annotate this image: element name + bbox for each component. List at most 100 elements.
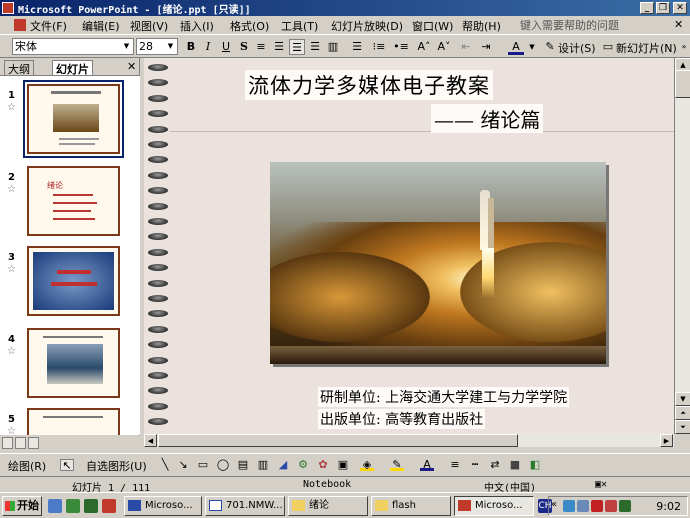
slide-thumbnail-4[interactable] [27,328,120,398]
new-slide-button[interactable]: 新幻灯片(N) [616,40,677,56]
menu-insert[interactable]: 插入(I) [180,18,214,34]
3d-style-icon[interactable]: ◧ [528,459,542,471]
menu-edit[interactable]: 编辑(E) [82,18,120,34]
design-icon[interactable]: ✎ [542,39,558,55]
bullets-icon[interactable]: •≡ [393,39,409,55]
menu-view[interactable]: 视图(V) [130,18,168,34]
scroll-right-arrow-icon[interactable]: ▶ [660,434,673,447]
textbox-tool-icon[interactable]: ▤ [236,459,250,471]
document-icon[interactable] [14,19,26,31]
tray-volume-icon[interactable] [577,500,589,512]
arrow-style-icon[interactable]: ⇄ [488,459,502,471]
design-button[interactable]: 设计(S) [558,40,596,56]
line-color-icon[interactable]: ✎ [390,459,404,471]
fill-color-icon[interactable]: ◈ [360,459,374,471]
slide-thumbnail-5[interactable] [27,408,120,435]
tray-antivirus-icon[interactable] [591,500,603,512]
help-question-box[interactable]: 键入需要帮助的问题 [520,17,619,33]
horizontal-scrollbar[interactable]: ◀ ▶ [144,434,674,447]
bold-button[interactable]: B [183,39,199,55]
insert-picture-icon[interactable]: ▣ [336,459,350,471]
decrease-font-icon[interactable]: A˅ [436,39,452,55]
tab-outline[interactable]: 大纲 [4,60,34,76]
align-right-icon[interactable]: ☰ [307,39,323,55]
chevron-down-icon[interactable]: ▼ [524,39,540,55]
tray-expand-icon[interactable]: « [551,499,557,510]
shadow-button[interactable]: S [236,39,252,55]
autoshapes-menu-button[interactable]: 自选图形(U) [86,458,147,474]
quicklaunch-media-icon[interactable] [84,499,98,513]
italic-button[interactable]: I [200,39,216,55]
slideshow-view-button[interactable] [28,437,39,449]
font-color-draw-icon[interactable]: A [420,459,434,471]
font-name-combo[interactable]: 宋体 ▼ [12,38,134,55]
toolbar-options-icon[interactable]: » [676,39,690,55]
slide-thumbnail-2[interactable]: 绪论 [27,166,120,236]
rocket-launch-image[interactable] [270,162,606,364]
menu-slideshow[interactable]: 幻灯片放映(D) [331,18,403,34]
close-document-button[interactable]: ✕ [674,18,683,31]
previous-slide-icon[interactable]: ⏶ [675,406,690,420]
justify-icon[interactable]: ☰ [349,39,365,55]
align-left-icon[interactable]: ☰ [271,39,287,55]
draw-menu-button[interactable]: 绘图(R) [8,458,46,474]
normal-view-button[interactable] [2,437,13,449]
hscroll-thumb[interactable] [158,434,518,447]
quicklaunch-app-icon[interactable] [102,499,116,513]
subscript-button[interactable]: ≡ [253,39,269,55]
tray-app-icon[interactable] [605,500,617,512]
tab-slides[interactable]: 幻灯片 [52,60,93,76]
underline-button[interactable]: U [218,39,234,55]
task-button-5[interactable]: Microso... [454,496,534,516]
restore-button[interactable]: ❐ [656,2,670,14]
select-pointer-icon[interactable]: ↖ [60,459,74,472]
wordart-icon[interactable]: ◢ [276,459,290,471]
numbering-icon[interactable]: ⁝≡ [371,39,387,55]
task-button-3[interactable]: 绪论 [288,496,368,516]
oval-tool-icon[interactable]: ◯ [216,459,230,471]
close-window-button[interactable]: ✕ [673,2,687,14]
font-size-combo[interactable]: 28 ▼ [136,38,178,55]
task-button-2[interactable]: 701.NMW... [205,496,285,516]
minimize-button[interactable]: _ [640,2,654,14]
line-tool-icon[interactable]: ╲ [158,459,172,471]
slide-sorter-view-button[interactable] [15,437,26,449]
publisher-line[interactable]: 出版单位: 高等教育出版社 [318,409,486,429]
start-button[interactable]: 开始 [2,496,42,516]
dash-style-icon[interactable]: ┅ [468,459,482,471]
chevron-down-icon[interactable]: ▼ [165,40,176,53]
increase-indent-icon[interactable]: ⇥ [478,39,494,55]
chevron-down-icon[interactable]: ▼ [121,40,132,53]
quicklaunch-ie-icon[interactable] [48,499,62,513]
scroll-thumb[interactable] [675,70,690,98]
menu-window[interactable]: 窗口(W) [412,18,453,34]
menu-tools[interactable]: 工具(T) [281,18,318,34]
developer-line[interactable]: 研制单位: 上海交通大学建工与力学学院 [318,387,570,407]
tray-network-icon[interactable] [563,500,575,512]
clipart-icon[interactable]: ✿ [316,459,330,471]
menu-format[interactable]: 格式(O) [230,18,269,34]
vertical-scrollbar[interactable]: ▲ ▼ ⏶ ⏷ [674,58,690,434]
next-slide-icon[interactable]: ⏷ [675,420,690,434]
menu-file[interactable]: 文件(F) [30,18,67,34]
powerpoint-app-icon[interactable] [2,2,14,14]
line-style-icon[interactable]: ≡ [448,459,462,471]
scroll-down-arrow-icon[interactable]: ▼ [675,392,690,406]
diagram-icon[interactable]: ⚙ [296,459,310,471]
close-icon[interactable]: ✕ [127,60,136,73]
align-center-icon[interactable]: ☰ [289,39,305,55]
new-slide-icon[interactable]: ▭ [600,39,616,55]
slide-subtitle[interactable]: —— 绪论篇 [431,104,544,133]
scroll-left-arrow-icon[interactable]: ◀ [144,434,157,447]
task-button-1[interactable]: Microso... [124,496,202,516]
menu-help[interactable]: 帮助(H) [462,18,501,34]
tray-status-icon[interactable] [619,500,631,512]
slide-title[interactable]: 流体力学多媒体电子教案 [245,70,493,100]
font-color-icon[interactable]: A [508,39,524,55]
slide-thumbnail-3[interactable] [27,246,120,316]
task-button-4[interactable]: flash [371,496,451,516]
vertical-textbox-icon[interactable]: ▥ [256,459,270,471]
arrow-tool-icon[interactable]: ↘ [176,459,190,471]
shadow-style-icon[interactable]: ■ [508,459,522,471]
slide-thumbnail-1[interactable] [23,80,124,158]
